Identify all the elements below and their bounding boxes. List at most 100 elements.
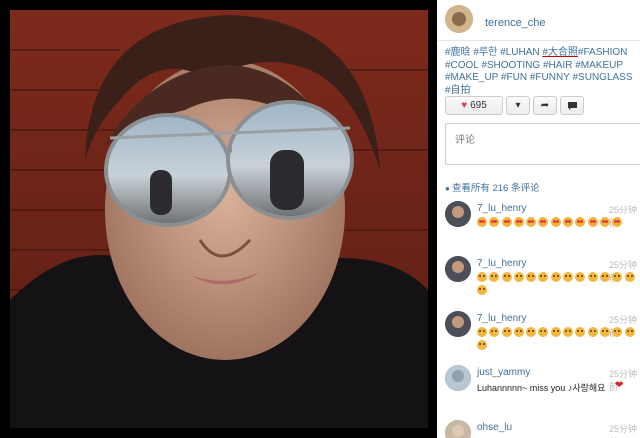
kiss-emoji-icon [599, 271, 610, 282]
comment-username[interactable]: just_yammy [477, 367, 530, 378]
comment-text: Luhannnnn~ miss you ♪사랑해요 [477, 383, 606, 393]
kiss-emoji-icon [489, 271, 500, 282]
action-bar: ♥ 695 ▾ ➦ [445, 96, 584, 117]
kiss-emoji-icon [538, 271, 549, 282]
hashtag[interactable]: #鹿晗 [445, 47, 471, 58]
avatar-image [445, 5, 473, 33]
comment-username[interactable]: 7_lu_henry [477, 258, 526, 269]
like-count: 695 [470, 100, 487, 111]
emoji-row [477, 270, 637, 296]
hashtag[interactable]: #MAKE_UP [445, 72, 498, 83]
kiss-emoji-icon [477, 326, 487, 337]
hashtag[interactable]: #HAIR [543, 60, 572, 71]
emoji-row [477, 215, 637, 228]
kiss-emoji-icon [563, 271, 574, 282]
post-photo[interactable] [10, 10, 428, 428]
kiss-emoji-icon [526, 271, 537, 282]
view-all-comments-link[interactable]: ● 查看所有 216 条评论 [445, 180, 539, 194]
hashtag[interactable]: #COOL [445, 60, 479, 71]
comment-avatar[interactable] [445, 256, 471, 282]
heart-eyes-emoji-icon [612, 216, 623, 227]
kiss-emoji-icon [599, 326, 610, 337]
emoji-row [477, 325, 637, 351]
comment-avatar[interactable] [445, 311, 471, 337]
kiss-emoji-icon [550, 326, 561, 337]
comment-bubble-icon: ● [445, 184, 450, 193]
comment-avatar[interactable] [445, 365, 471, 391]
kiss-emoji-icon [563, 326, 574, 337]
kiss-emoji-icon [624, 271, 635, 282]
share-button[interactable]: ➦ [533, 96, 557, 115]
heart-eyes-emoji-icon [550, 216, 561, 227]
kiss-emoji-icon [513, 271, 524, 282]
kiss-emoji-icon [575, 326, 586, 337]
hashtag[interactable]: #MAKEUP [575, 60, 623, 71]
kiss-emoji-icon [526, 326, 537, 337]
kiss-emoji-icon [612, 326, 623, 337]
kiss-emoji-icon [587, 271, 598, 282]
heart-eyes-emoji-icon [513, 216, 524, 227]
hashtag[interactable]: #自拍 [445, 85, 471, 96]
hashtag[interactable]: #FASHION [578, 47, 627, 58]
avatar-image [445, 256, 471, 282]
comment-username[interactable]: 7_lu_henry [477, 313, 526, 324]
comment-avatar[interactable] [445, 420, 471, 438]
hashtag[interactable]: #FUNNY [530, 72, 570, 83]
avatar[interactable] [445, 5, 473, 33]
post-header: terence_che [437, 0, 640, 41]
more-options-button[interactable]: ▾ [506, 96, 530, 115]
heart-eyes-emoji-icon [599, 216, 610, 227]
view-all-comments-label: 查看所有 216 条评论 [451, 183, 540, 194]
kiss-emoji-icon [550, 271, 561, 282]
kiss-emoji-icon [538, 326, 549, 337]
kiss-emoji-icon [477, 284, 487, 295]
heart-icon: ♥ [461, 100, 468, 111]
hashtag-list: #鹿晗 #루한 #LUHAN #大合照#FASHION #COOL #SHOOT… [445, 47, 640, 97]
comment-button[interactable] [560, 96, 584, 115]
kiss-emoji-icon [489, 326, 500, 337]
share-icon: ➦ [540, 100, 550, 111]
kiss-emoji-icon [612, 271, 623, 282]
comment-input[interactable]: 评论 [445, 123, 640, 165]
heart-eyes-emoji-icon [489, 216, 500, 227]
kiss-emoji-icon [624, 326, 635, 337]
kiss-emoji-icon [575, 271, 586, 282]
heart-eyes-emoji-icon [587, 216, 598, 227]
hashtag[interactable]: #루한 [473, 47, 497, 58]
photo-pane [0, 0, 437, 438]
kiss-emoji-icon [477, 271, 487, 282]
comment-time: 25分钟前 [609, 424, 638, 438]
heart-emoji-icon: ❤ [615, 380, 624, 391]
hashtag[interactable]: #SHOOTING [481, 60, 540, 71]
heart-eyes-emoji-icon [501, 216, 512, 227]
like-button[interactable]: ♥ 695 [445, 96, 503, 115]
hashtag[interactable]: #SUNGLASS [572, 72, 632, 83]
kiss-emoji-icon [587, 326, 598, 337]
avatar-image [445, 365, 471, 391]
comment-username[interactable]: 7_lu_henry [477, 203, 526, 214]
heart-eyes-emoji-icon [477, 216, 487, 227]
avatar-image [445, 420, 471, 438]
comment-time: 25分钟前 [609, 369, 638, 392]
comment-username[interactable]: ohse_lu [477, 422, 512, 433]
comment-icon [567, 101, 577, 110]
comment-placeholder: 评论 [455, 135, 475, 146]
avatar-image [445, 201, 471, 227]
kiss-emoji-icon [501, 326, 512, 337]
comment-avatar[interactable] [445, 201, 471, 227]
username-link[interactable]: terence_che [485, 17, 546, 29]
kiss-emoji-icon [501, 271, 512, 282]
hashtag[interactable]: #大合照 [542, 47, 578, 58]
heart-eyes-emoji-icon [563, 216, 574, 227]
heart-eyes-emoji-icon [538, 216, 549, 227]
avatar-image [445, 311, 471, 337]
post-sidebar: terence_che #鹿晗 #루한 #LUHAN #大合照#FASHION … [437, 0, 640, 438]
selfie-illustration [10, 10, 428, 428]
chevron-down-icon: ▾ [515, 100, 521, 111]
kiss-emoji-icon [513, 326, 524, 337]
heart-eyes-emoji-icon [575, 216, 586, 227]
hashtag[interactable]: #LUHAN [500, 47, 539, 58]
kiss-emoji-icon [477, 339, 487, 350]
hashtag[interactable]: #FUN [501, 72, 527, 83]
heart-eyes-emoji-icon [526, 216, 537, 227]
